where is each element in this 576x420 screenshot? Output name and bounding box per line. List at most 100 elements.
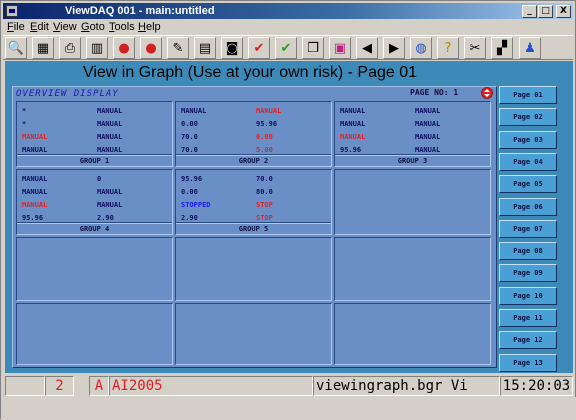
tag-value[interactable]: 80.0: [256, 188, 273, 196]
tag-value[interactable]: 95.96: [22, 214, 43, 222]
tag-value[interactable]: 0.00: [181, 120, 198, 128]
person-icon[interactable]: ♟: [519, 37, 541, 59]
chart-icon[interactable]: ▥: [86, 37, 108, 59]
group-cell[interactable]: [334, 303, 491, 365]
close-button[interactable]: X: [556, 5, 571, 18]
tag-value[interactable]: MANUAL: [340, 133, 365, 141]
colorblocks-icon[interactable]: ▣: [329, 37, 351, 59]
tag-value[interactable]: 70.0: [181, 133, 198, 141]
printer-icon[interactable]: ⎙: [59, 37, 81, 59]
tag-value[interactable]: 95.96: [181, 175, 202, 183]
group-cell[interactable]: [16, 237, 173, 301]
calculator-icon[interactable]: ▦: [32, 37, 54, 59]
page-button-8[interactable]: Page 08: [499, 242, 557, 261]
group-cell[interactable]: [16, 303, 173, 365]
page-button-4[interactable]: Page 04: [499, 152, 557, 171]
minimize-button[interactable]: _: [522, 5, 537, 18]
tag-value[interactable]: MANUAL: [97, 133, 122, 141]
app-icon[interactable]: [6, 5, 18, 17]
page-button-12[interactable]: Page 12: [499, 331, 557, 350]
camera-icon[interactable]: ◙: [221, 37, 243, 59]
group-cell-5[interactable]: 95.96 70.0 0.00 80.0 STOPPED STOP 2.90 STOP GROU…: [175, 169, 332, 235]
group-cell[interactable]: [334, 237, 491, 301]
tag-value[interactable]: 95.96: [256, 120, 277, 128]
folder-edit-icon[interactable]: ▤: [194, 37, 216, 59]
tag-value[interactable]: MANUAL: [340, 120, 365, 128]
check-chart-icon[interactable]: ✔: [248, 37, 270, 59]
check-green-icon[interactable]: ✔: [275, 37, 297, 59]
title-bar[interactable]: ViewDAQ 001 - main:untitled _ □ X: [3, 3, 573, 19]
tag-value[interactable]: MANUAL: [22, 201, 47, 209]
tag-value[interactable]: 70.0: [256, 175, 273, 183]
tag-value[interactable]: 2.90: [181, 214, 198, 222]
arrow-left-icon[interactable]: ◀: [356, 37, 378, 59]
tag-value[interactable]: MANUAL: [97, 188, 122, 196]
page-button-1[interactable]: Page 01: [499, 86, 557, 104]
main-panel: View in Graph (Use at your own risk) - P…: [5, 61, 573, 373]
tag-value[interactable]: MANUAL: [97, 201, 122, 209]
globe-icon[interactable]: ◍: [410, 37, 432, 59]
maximize-button[interactable]: □: [538, 5, 553, 18]
menu-item-goto[interactable]: Goto: [81, 20, 105, 34]
page-button-6[interactable]: Page 06: [499, 197, 557, 216]
tag-value[interactable]: MANUAL: [181, 107, 206, 115]
page-button-3[interactable]: Page 03: [499, 130, 557, 149]
tag-value[interactable]: MANUAL: [415, 133, 440, 141]
tag-value[interactable]: 95.96: [340, 146, 361, 154]
tag-value[interactable]: MANUAL: [256, 107, 281, 115]
group-cell[interactable]: [175, 237, 332, 301]
group-cell[interactable]: [334, 169, 491, 235]
group-cell[interactable]: [175, 303, 332, 365]
copy-icon[interactable]: ❐: [302, 37, 324, 59]
tag-value[interactable]: MANUAL: [340, 107, 365, 115]
menu-item-edit[interactable]: Edit: [30, 20, 49, 34]
magnifier-icon[interactable]: 🔍: [5, 37, 27, 59]
help-icon[interactable]: ?: [437, 37, 459, 59]
tag-value[interactable]: MANUAL: [22, 175, 47, 183]
page-updown-icon[interactable]: [481, 87, 493, 99]
page-button-7[interactable]: Page 07: [499, 219, 557, 238]
red-bulb-icon[interactable]: ●: [113, 37, 135, 59]
page-button-13[interactable]: Page 13: [499, 353, 557, 372]
group-cell-3[interactable]: MANUAL MANUAL MANUAL MANUAL MANUAL MANUAL 95.9…: [334, 101, 491, 167]
tag-value[interactable]: MANUAL: [415, 146, 440, 154]
tools-icon[interactable]: ✂: [464, 37, 486, 59]
red-bulb2-icon[interactable]: ●: [140, 37, 162, 59]
tag-value[interactable]: *: [22, 107, 26, 115]
tag-value[interactable]: MANUAL: [97, 146, 122, 154]
tag-value[interactable]: 70.0: [181, 146, 198, 154]
tag-value[interactable]: MANUAL: [97, 107, 122, 115]
group-cell-4[interactable]: MANUAL 0 MANUAL MANUAL MANUAL MANUAL 95.96 2.90…: [16, 169, 173, 235]
clapper-icon[interactable]: ▞: [491, 37, 513, 59]
tag-value[interactable]: STOPPED: [181, 201, 211, 209]
pencil-icon[interactable]: ✎: [167, 37, 189, 59]
group-name: GROUP 1: [79, 157, 110, 165]
menu-item-tools[interactable]: Tools: [109, 20, 135, 34]
group-cell-2[interactable]: MANUAL MANUAL 0.00 95.96 70.0 0.00 70.0 5.00 GRO…: [175, 101, 332, 167]
menu-item-help[interactable]: Help: [138, 20, 161, 34]
group-cell-1[interactable]: * MANUAL * MANUAL MANUAL MANUAL MANUAL MANUAL GR…: [16, 101, 173, 167]
tag-value[interactable]: MANUAL: [97, 120, 122, 128]
tag-value[interactable]: *: [22, 120, 26, 128]
tag-value[interactable]: MANUAL: [22, 146, 47, 154]
tag-value[interactable]: 0.00: [256, 133, 273, 141]
page-button-9[interactable]: Page 09: [499, 264, 557, 283]
tag-value[interactable]: 0: [97, 175, 101, 183]
page-button-10[interactable]: Page 10: [499, 286, 557, 305]
tag-value[interactable]: MANUAL: [22, 188, 47, 196]
tag-value[interactable]: 5.00: [256, 146, 273, 154]
tag-value[interactable]: MANUAL: [22, 133, 47, 141]
status-field-count: 2: [45, 376, 74, 396]
tag-value[interactable]: MANUAL: [415, 120, 440, 128]
tag-value[interactable]: 2.90: [97, 214, 114, 222]
tag-value[interactable]: STOP: [256, 214, 273, 222]
page-button-11[interactable]: Page 11: [499, 309, 557, 327]
tag-value[interactable]: STOP: [256, 201, 273, 209]
tag-value[interactable]: MANUAL: [415, 107, 440, 115]
menu-item-file[interactable]: File: [7, 20, 25, 34]
arrow-right-icon[interactable]: ▶: [383, 37, 405, 59]
tag-value[interactable]: 0.00: [181, 188, 198, 196]
page-button-5[interactable]: Page 05: [499, 175, 557, 194]
menu-item-view[interactable]: View: [53, 20, 77, 34]
page-button-2[interactable]: Page 02: [499, 108, 557, 127]
